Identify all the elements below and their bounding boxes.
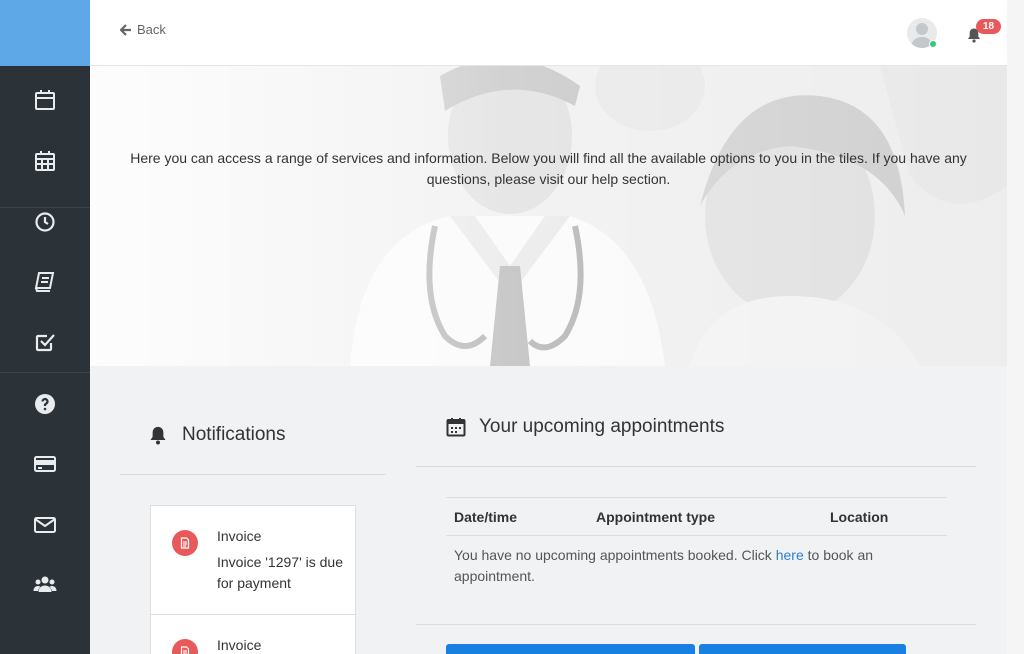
calendar-icon (446, 418, 466, 437)
sidebar-item-calendar[interactable] (0, 131, 90, 191)
back-label: Back (137, 22, 166, 37)
table-border (446, 535, 947, 536)
hero-banner: Here you can access a range of services … (90, 66, 1007, 366)
sidebar-item-resources[interactable] (0, 252, 90, 312)
notification-body: Invoice '1297' is due for payment (217, 554, 343, 591)
arrow-left-icon (120, 23, 131, 36)
credit-card-icon (34, 456, 56, 472)
checkbox-icon (35, 334, 55, 352)
notification-card[interactable]: Invoice Invoice '1297' is due for paymen… (150, 505, 356, 615)
sidebar-item-payments[interactable] (0, 434, 90, 494)
users-icon (33, 576, 57, 592)
book-appointment-link[interactable]: here (776, 547, 804, 563)
appointments-title: Your upcoming appointments (479, 416, 725, 437)
notification-count-badge: 18 (976, 19, 1001, 34)
clock-icon (35, 212, 55, 232)
sidebar-divider (0, 372, 90, 373)
intro-text: Here you can access a range of services … (130, 150, 967, 187)
hero-overlay (90, 66, 1007, 366)
page-gutter (1007, 0, 1024, 654)
secondary-action-button[interactable] (699, 644, 906, 654)
column-header-datetime: Date/time (454, 509, 518, 525)
divider (416, 624, 976, 625)
table-header: Date/time Appointment type Location (446, 498, 947, 535)
invoice-icon (172, 639, 198, 654)
sidebar-item-messages[interactable] (0, 495, 90, 555)
notifications-title: Notifications (182, 424, 286, 445)
question-icon (35, 394, 55, 414)
back-link[interactable]: Back (120, 22, 166, 37)
notifications-heading: Notifications (148, 424, 286, 446)
notification-card[interactable]: Invoice (150, 614, 356, 654)
sidebar (0, 0, 90, 654)
calendar-grid-icon (35, 151, 55, 171)
envelope-icon (34, 517, 56, 533)
invoice-icon (172, 530, 198, 556)
bell-icon (150, 426, 166, 445)
sidebar-item-help[interactable] (0, 374, 90, 434)
book-icon (34, 272, 55, 292)
online-status-dot (929, 40, 937, 48)
brand-logo-area[interactable] (0, 0, 90, 66)
top-bar: Back 18 (90, 0, 1007, 66)
appointments-heading: Your upcoming appointments (446, 416, 724, 438)
empty-message-prefix: You have no upcoming appointments booked… (454, 547, 776, 563)
notification-title: Invoice (217, 637, 262, 653)
sidebar-item-tasks[interactable] (0, 312, 90, 372)
primary-action-button[interactable] (446, 644, 695, 654)
divider (120, 474, 386, 475)
column-header-type: Appointment type (596, 509, 715, 525)
empty-appointments-message: You have no upcoming appointments booked… (454, 545, 894, 587)
notification-title: Invoice (217, 528, 262, 544)
calendar-icon (35, 90, 55, 110)
column-header-location: Location (830, 509, 889, 525)
divider (416, 466, 976, 467)
sidebar-item-appointments[interactable] (0, 70, 90, 130)
sidebar-item-family[interactable] (0, 554, 90, 614)
sidebar-item-history[interactable] (0, 192, 90, 252)
